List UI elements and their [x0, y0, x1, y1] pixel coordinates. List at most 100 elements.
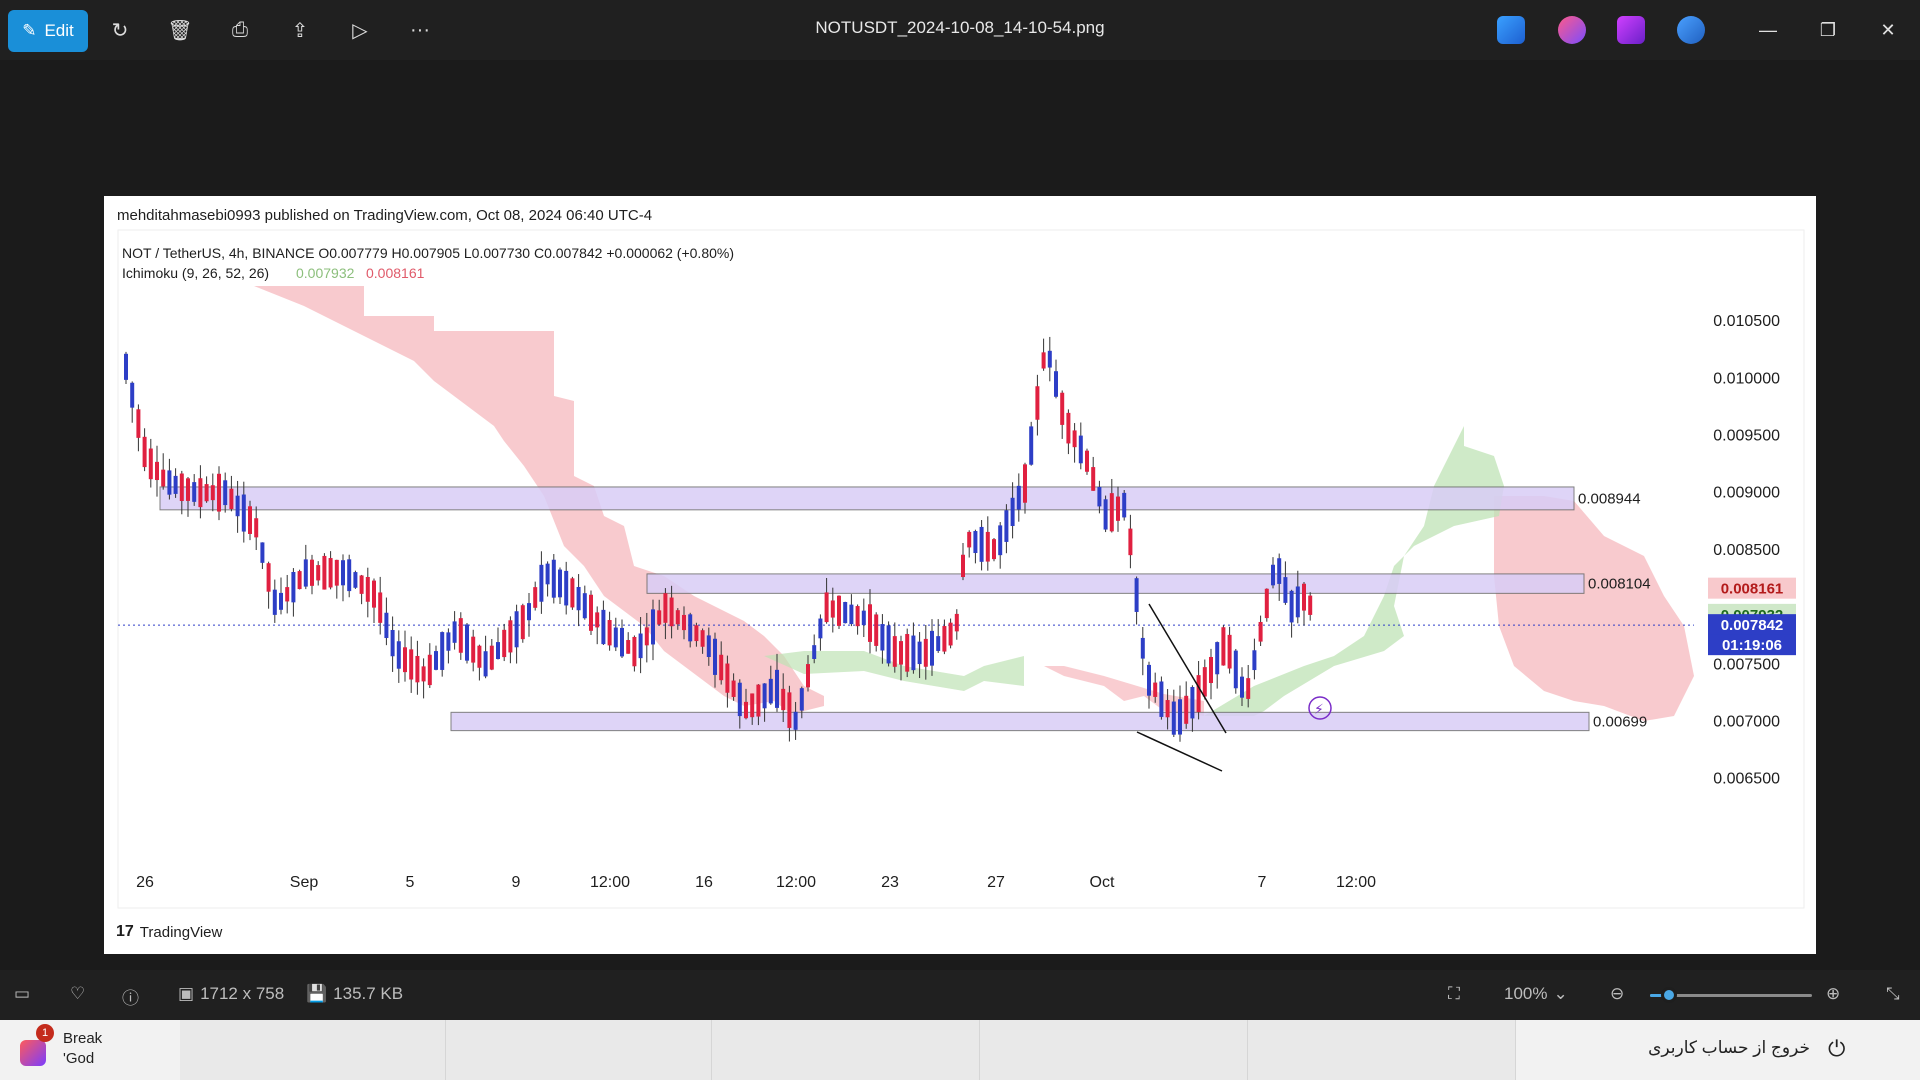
candle-body: [558, 569, 562, 598]
candle-body: [651, 609, 655, 645]
taskbar-panel[interactable]: [180, 1020, 446, 1080]
close-icon[interactable]: ✕: [1868, 14, 1908, 46]
candle-body: [781, 688, 786, 711]
candle-body: [843, 602, 848, 624]
candle-body: [1283, 577, 1288, 603]
fit-to-window-icon[interactable]: ⛶: [1448, 984, 1460, 1004]
zoom-slider-thumb[interactable]: [1661, 987, 1678, 1003]
candle-body: [502, 629, 507, 658]
candle-body: [725, 663, 730, 693]
candle-body: [942, 626, 947, 652]
candle-body: [396, 641, 401, 669]
x-tick-label: Oct: [1090, 874, 1115, 891]
y-tick-label: 0.009000: [1713, 485, 1780, 502]
y-tick-label: 0.010000: [1713, 370, 1780, 387]
candle-body: [291, 572, 296, 603]
logout-link[interactable]: خروج از حساب کاربری: [1648, 1038, 1810, 1058]
candle-body: [706, 635, 711, 657]
candle-body: [570, 578, 575, 608]
candle-body: [1215, 642, 1220, 675]
candle-body: [700, 630, 705, 647]
clipchamp-app-icon[interactable]: [1617, 16, 1645, 44]
price-label: 0.007842: [1721, 617, 1784, 634]
price-label: 01:19:06: [1722, 637, 1782, 654]
power-icon[interactable]: ⏻: [1828, 1036, 1852, 1061]
expand-icon[interactable]: ⤡: [1886, 984, 1900, 1004]
candle-body: [1091, 467, 1096, 491]
zoom-in-icon[interactable]: ⊕: [1826, 984, 1840, 1004]
candle-body: [415, 655, 420, 683]
favorite-icon[interactable]: ♡: [70, 984, 85, 1004]
candle-body: [576, 586, 581, 611]
onedrive-icon[interactable]: [1677, 16, 1705, 44]
candle-body: [477, 645, 482, 668]
candle-body: [328, 558, 333, 588]
news-icon: [20, 1040, 46, 1066]
zoom-select[interactable]: 100% ⌄: [1504, 984, 1568, 1004]
candle-body: [564, 570, 569, 606]
candle-body: [434, 651, 438, 670]
candle-body: [347, 559, 352, 592]
candle-body: [731, 680, 736, 697]
candle-body: [1109, 493, 1114, 532]
candle-body: [130, 382, 135, 408]
x-tick-label: 12:00: [590, 874, 630, 891]
candle-body: [198, 478, 203, 508]
candle-body: [1209, 656, 1213, 684]
y-tick-label: 0.006500: [1713, 771, 1780, 788]
candle-body: [973, 531, 978, 554]
candle-body: [458, 618, 463, 653]
zoom-level: 100%: [1504, 984, 1548, 1003]
taskbar-panel[interactable]: [446, 1020, 712, 1080]
candle-body: [1116, 496, 1120, 521]
candle-body: [1078, 435, 1083, 464]
news-widget[interactable]: 1 Break 'God: [20, 1024, 103, 1074]
candle-body: [136, 409, 141, 438]
candle-body: [1029, 426, 1034, 465]
candle-body: [1221, 627, 1226, 666]
candle-body: [1128, 528, 1133, 556]
candle-body: [737, 682, 742, 717]
candle-body: [514, 611, 519, 648]
candle-body: [533, 587, 538, 608]
candle-body: [1295, 586, 1300, 618]
image-dimensions: 1712 x 758: [200, 984, 285, 1003]
y-tick-label: 0.009500: [1713, 427, 1780, 444]
taskbar-panel[interactable]: [712, 1020, 980, 1080]
info-icon[interactable]: ⓘ: [122, 984, 139, 1009]
designer-app-icon[interactable]: [1497, 16, 1525, 44]
news-title: Break: [63, 1030, 103, 1047]
restore-icon[interactable]: ❐: [1808, 14, 1848, 46]
candle-body: [1004, 510, 1009, 542]
candle-body: [316, 565, 321, 581]
lightning-icon: ⚡: [1314, 702, 1324, 718]
candle-body: [688, 614, 693, 642]
candle-body: [496, 642, 500, 660]
y-tick-label: 0.007000: [1713, 713, 1780, 730]
taskbar-panel[interactable]: [1248, 1020, 1516, 1080]
copilot-app-icon[interactable]: [1558, 16, 1586, 44]
chevron-down-icon: ⌄: [1553, 984, 1568, 1003]
candle-body: [1047, 350, 1052, 368]
filmstrip-icon[interactable]: ▭: [14, 984, 30, 1004]
candle-body: [793, 711, 798, 730]
taskbar: 1 Break 'God خروج از حساب کاربری ⏻: [0, 1020, 1920, 1080]
candle-body: [992, 539, 996, 560]
price-label: 0.008161: [1721, 581, 1784, 598]
candle-body: [471, 636, 476, 663]
candle-body: [1016, 485, 1021, 510]
minimize-icon[interactable]: —: [1748, 14, 1788, 46]
candle-body: [384, 612, 389, 639]
candle-body: [663, 593, 668, 623]
x-tick-label: Sep: [290, 874, 319, 891]
candle-body: [210, 485, 215, 501]
zoom-out-icon[interactable]: ⊖: [1610, 984, 1624, 1004]
taskbar-panel[interactable]: [980, 1020, 1248, 1080]
x-tick-label: 23: [881, 874, 899, 891]
image-viewer: NOT / TetherUS, 4h, BINANCE O0.007779 H0…: [0, 60, 1920, 970]
candle-body: [378, 592, 383, 623]
candle-body: [837, 595, 841, 626]
candle-body: [917, 641, 922, 665]
candle-body: [1302, 583, 1306, 611]
candle-body: [967, 531, 972, 548]
